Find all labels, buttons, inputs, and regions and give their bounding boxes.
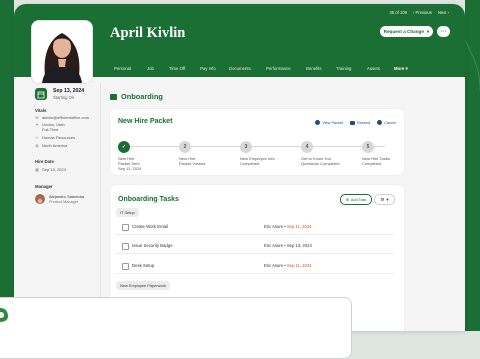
hire-date: ▦ Sep 13, 2024 (35, 167, 66, 172)
category-it-setup: IT Setup (116, 208, 139, 217)
more-horizontal-icon: ··· (440, 28, 447, 35)
task-meta: Eric Asure • Sep 11, 2024 (264, 224, 312, 229)
task-assignee: Eric Asure (264, 224, 284, 229)
resend-link[interactable]: Resend (350, 120, 370, 125)
tab-job[interactable]: Job (147, 65, 154, 77)
plus-icon: ⊕ (345, 198, 349, 202)
add-task-button[interactable]: ⊕ Add Task (340, 194, 372, 205)
tab-assets[interactable]: Assets (367, 65, 380, 77)
task-row: Issue Security Badge Eric Asure • Sep 13,… (116, 239, 394, 254)
step-marker: 3 (240, 141, 252, 153)
more-options-button[interactable]: ··· (437, 26, 450, 37)
vitals-region: ◍ North America (35, 143, 68, 148)
task-name[interactable]: Desk Setup (132, 263, 154, 268)
overlay-panel (0, 297, 352, 359)
step-marker: 2 (179, 141, 191, 153)
task-due-date: Sep 11, 2024 (286, 263, 312, 268)
globe-icon: ◍ (35, 143, 39, 148)
task-due-date: Sep 11, 2024 (286, 224, 312, 229)
step-label-2: Completed (240, 161, 260, 166)
employee-profile-window: 45 of 109 ‹ Previous Next › April Kivlin… (14, 4, 465, 331)
employee-photo (31, 20, 93, 84)
task-checkbox[interactable] (122, 243, 129, 250)
onboarding-icon (110, 93, 117, 100)
tab-training[interactable]: Training (336, 65, 351, 77)
mail-icon: ✉ (35, 115, 39, 120)
cancel-icon (377, 120, 383, 125)
task-name[interactable]: Create Work Email (132, 224, 168, 229)
start-date: Sep 13, 2024 (53, 88, 85, 94)
calendar-icon (35, 88, 47, 100)
brand-logo-icon (0, 308, 8, 322)
new-hire-packet-card: New Hire Packet View Packet Resend Cance… (110, 109, 404, 175)
calendar-small-icon: ▦ (35, 167, 39, 172)
task-due-date: Sep 13, 2024 (286, 243, 312, 248)
packet-step: ✓ New Hire Packet Sent Sep 11, 2024 (118, 141, 178, 171)
tab-personal[interactable]: Personal (114, 65, 131, 77)
task-checkbox[interactable] (122, 224, 129, 231)
view-packet-link[interactable]: View Packet (315, 120, 343, 125)
task-name[interactable]: Issue Security Badge (132, 243, 173, 248)
cancel-link[interactable]: Cancel (377, 120, 396, 125)
start-date-label: Starting On (53, 95, 75, 100)
tab-more[interactable]: More ▾ (394, 65, 408, 77)
step-label-2: Packet Viewed (179, 161, 206, 166)
hire-date-heading: Hire Date (35, 159, 54, 164)
step-marker: 5 (362, 141, 374, 153)
step-marker: 4 (301, 141, 313, 153)
employee-pager: 45 of 109 ‹ Previous Next › (389, 10, 449, 15)
packet-actions: View Packet Resend Cancel (315, 120, 396, 125)
pager-next[interactable]: Next › (438, 10, 449, 15)
packet-step: 2 New Hire Packet Viewed (179, 141, 239, 166)
vitals-employment-type: Full-Time (42, 127, 59, 132)
step-label-2: Questions Completed (301, 161, 340, 166)
packet-step: 5 New Hire Tasks Completed (362, 141, 422, 166)
task-meta: Eric Asure • Sep 11, 2024 (264, 263, 312, 268)
manager-title: Product Manager (49, 200, 79, 204)
chevron-down-icon: ▾ (426, 28, 430, 34)
category-paperwork: New Employee Paperwork (116, 281, 170, 290)
task-checkbox[interactable] (122, 263, 129, 270)
vitals-email[interactable]: ✉ akivlin@efficientoffice.com (35, 115, 89, 120)
step-marker: ✓ (118, 141, 130, 153)
tab-pay-info[interactable]: Pay Info (200, 65, 216, 77)
step-label-3: Sep 11, 2024 (118, 166, 142, 171)
vitals-heading: Vitals (35, 108, 47, 113)
task-row: Desk Setup Eric Asure • Sep 11, 2024 (116, 259, 394, 274)
manager-heading: Manager (35, 184, 53, 189)
tab-documents[interactable]: Documents (229, 65, 251, 77)
people-icon: ☺ (35, 135, 40, 140)
task-assignee: Eric Asure (264, 243, 284, 248)
task-settings-button[interactable]: ⚙ ▾ (374, 194, 395, 205)
task-row: Create Work Email Eric Asure • Sep 11, 20… (116, 220, 394, 235)
employee-name: April Kivlin (110, 25, 186, 41)
tasks-title: Onboarding Tasks (118, 196, 179, 203)
packet-step: 4 Get to Know You Questions Completed (301, 141, 361, 166)
tab-performance[interactable]: Performance (266, 65, 291, 77)
pager-previous[interactable]: ‹ Previous (413, 10, 432, 15)
mail-icon (350, 120, 356, 125)
vitals-department: ☺ Human Resources (35, 135, 76, 140)
request-change-button[interactable]: Request a Change ▾ (380, 26, 433, 37)
task-meta: Eric Asure • Sep 13, 2024 (264, 243, 312, 248)
pager-position: 45 of 109 (389, 10, 407, 15)
tab-benefits[interactable]: Benefits (306, 65, 322, 77)
step-label-2: Completed (362, 161, 382, 166)
eye-icon (315, 120, 321, 125)
manager-name[interactable]: Alejandro Saavedra (49, 194, 84, 199)
manager-avatar[interactable] (35, 194, 45, 204)
gear-icon: ⚙ (380, 196, 385, 202)
packet-step: 3 New Employee Info Completed (240, 141, 300, 166)
chevron-down-icon: ▾ (386, 196, 389, 202)
tab-time-off[interactable]: Time Off (169, 65, 185, 77)
packet-title: New Hire Packet (118, 118, 173, 125)
task-assignee: Eric Asure (264, 263, 284, 268)
onboarding-heading: Onboarding (110, 92, 163, 101)
chevron-down-icon: ▾ (404, 66, 408, 71)
